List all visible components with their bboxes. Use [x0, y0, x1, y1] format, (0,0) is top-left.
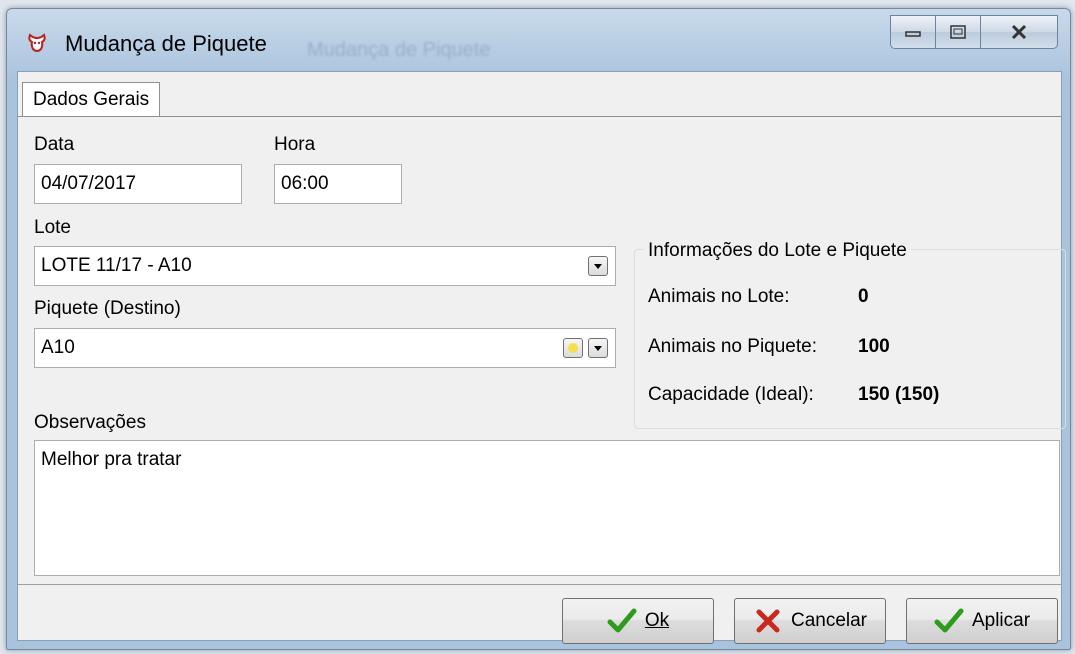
aplicar-button[interactable]: Aplicar — [906, 598, 1058, 644]
animais-lote-value: 0 — [858, 286, 869, 307]
animais-piquete-value: 100 — [858, 336, 890, 357]
animais-lote-label: Animais no Lote: — [648, 286, 790, 307]
minimize-button[interactable] — [890, 15, 935, 49]
ghost-window-title: Mudança de Piquete — [307, 39, 491, 61]
star-icon — [568, 343, 578, 353]
footer-separator — [18, 584, 1061, 585]
hora-label: Hora — [274, 134, 316, 155]
check-icon — [934, 607, 964, 635]
tab-dados-gerais[interactable]: Dados Gerais — [22, 82, 161, 117]
close-button[interactable] — [980, 15, 1058, 49]
aplicar-label: Aplicar — [971, 610, 1031, 631]
piquete-value: A10 — [41, 337, 75, 358]
window-title: Mudança de Piquete — [65, 31, 267, 56]
lote-value: LOTE 11/17 - A10 — [41, 255, 192, 276]
app-icon — [25, 31, 49, 55]
data-field[interactable]: 04/07/2017 — [34, 164, 242, 204]
close-icon — [1011, 24, 1027, 40]
maximize-button[interactable] — [935, 15, 980, 49]
cancelar-label: Cancelar — [790, 610, 868, 631]
dialog-window: Mudança de Piquete Mudança de Piquete Da… — [6, 8, 1071, 650]
data-label: Data — [34, 134, 75, 155]
dialog-client: Dados Gerais Data 04/07/2017 Hora 06:00 … — [17, 71, 1066, 644]
lote-combo[interactable]: LOTE 11/17 - A10 — [34, 246, 616, 286]
piquete-dropdown-button[interactable] — [588, 338, 608, 358]
ok-button[interactable]: Ok — [562, 598, 714, 644]
minimize-icon — [905, 31, 921, 37]
capacidade-label: Capacidade (Ideal): — [648, 384, 814, 405]
title-bar[interactable]: Mudança de Piquete Mudança de Piquete — [7, 9, 1070, 79]
info-group-title: Informações do Lote e Piquete — [644, 240, 911, 262]
lote-dropdown-button[interactable] — [588, 256, 608, 276]
piquete-combo[interactable]: A10 — [34, 328, 616, 368]
observacoes-label: Observações — [34, 412, 146, 433]
ok-label: Ok — [644, 610, 670, 631]
animais-piquete-label: Animais no Piquete: — [648, 336, 817, 357]
maximize-icon — [950, 25, 966, 39]
check-icon — [607, 607, 637, 635]
lote-label: Lote — [34, 217, 71, 238]
tab-divider — [18, 116, 1061, 117]
observacoes-memo[interactable]: Melhor pra tratar — [34, 440, 1060, 576]
hora-field[interactable]: 06:00 — [274, 164, 402, 204]
capacidade-value: 150 (150) — [858, 384, 940, 405]
cancelar-button[interactable]: Cancelar — [734, 598, 886, 644]
x-icon — [753, 607, 783, 635]
favorite-button[interactable] — [563, 338, 583, 358]
piquete-label: Piquete (Destino) — [34, 298, 181, 319]
